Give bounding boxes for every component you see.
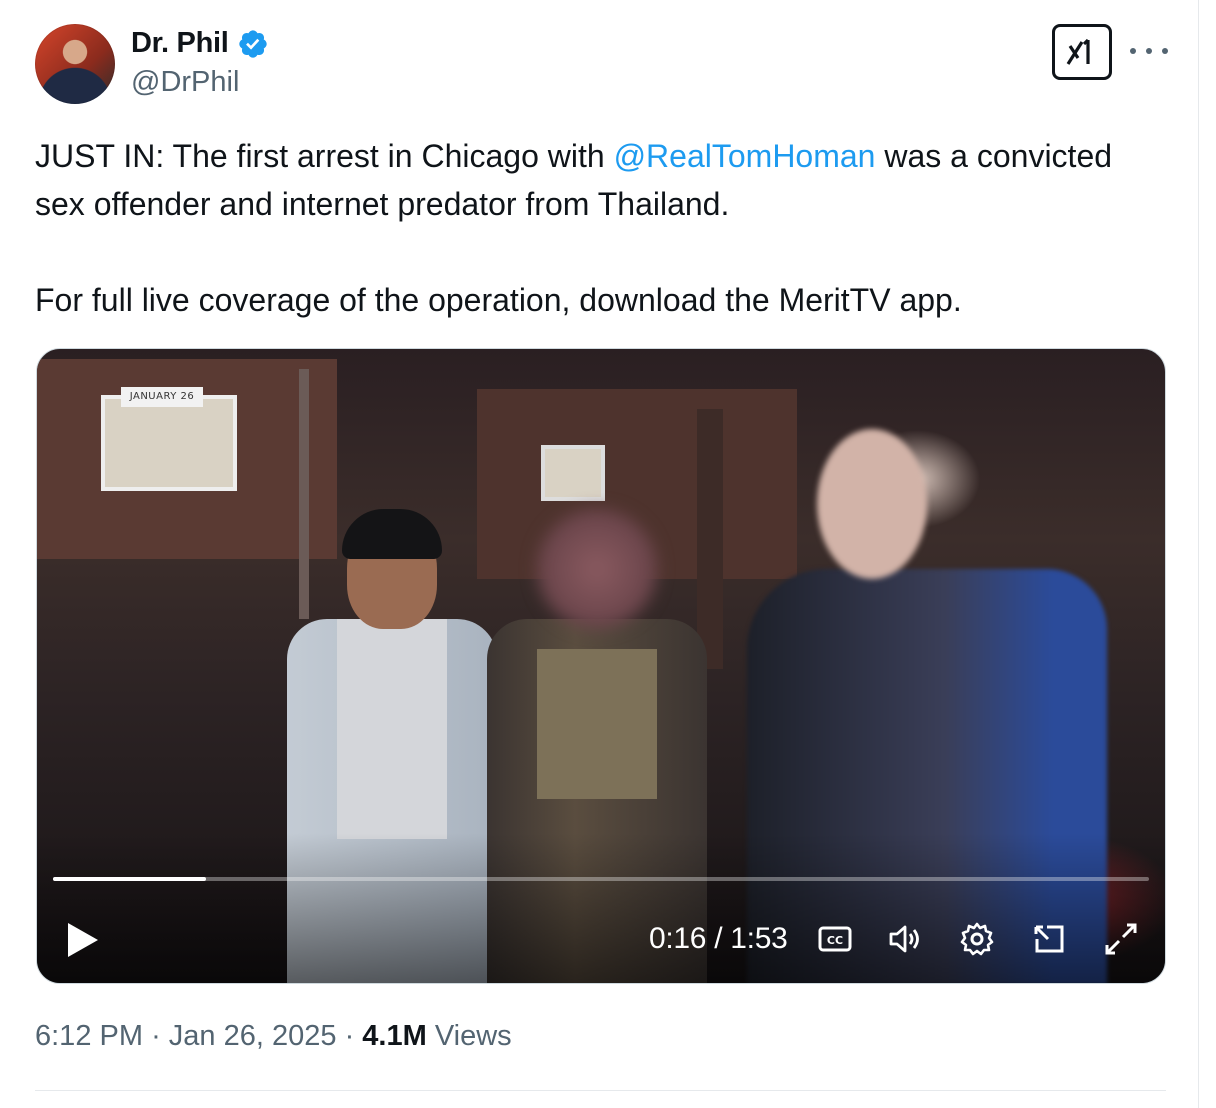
tweet-paragraph-2: For full live coverage of the operation,…: [35, 282, 962, 318]
video-player[interactable]: JANUARY 26 0:16 / 1:53 CC: [36, 348, 1166, 984]
mention-link[interactable]: @RealTomHoman: [614, 138, 876, 174]
video-scene-window: [541, 445, 605, 501]
tweet-time[interactable]: 6:12 PM: [35, 1020, 143, 1052]
video-time: 0:16 / 1:53: [649, 922, 788, 955]
author-name-row: Dr. Phil: [131, 27, 269, 60]
fullscreen-icon[interactable]: [1101, 919, 1141, 959]
tweet-paragraph-1: JUST IN: The first arrest in Chicago wit…: [35, 132, 1155, 228]
meta-separator: ·: [151, 1020, 161, 1052]
video-date-overlay: JANUARY 26: [121, 387, 203, 407]
video-controls: 0:16 / 1:53 CC: [37, 909, 1165, 969]
verified-badge-icon: [238, 29, 267, 58]
more-icon: [1130, 48, 1136, 54]
more-icon-dot: [1146, 48, 1152, 54]
captions-icon[interactable]: CC: [815, 919, 855, 959]
grok-button[interactable]: [1052, 24, 1112, 80]
views-label: Views: [434, 1020, 512, 1052]
volume-icon[interactable]: [885, 919, 925, 959]
settings-icon[interactable]: [957, 919, 997, 959]
meta-separator: ·: [344, 1020, 355, 1052]
tweet-date[interactable]: Jan 26, 2025: [169, 1020, 337, 1052]
video-progress-bar[interactable]: [53, 877, 1149, 881]
tweet-text: JUST IN: The first arrest in Chicago wit…: [35, 132, 1155, 324]
tweet-meta: 6:12 PM · Jan 26, 2025 · 4.1M Views: [35, 1020, 512, 1053]
svg-text:CC: CC: [827, 934, 843, 947]
tweet-text-prefix: JUST IN: The first arrest in Chicago wit…: [35, 138, 614, 174]
play-icon[interactable]: [65, 921, 101, 959]
pip-icon[interactable]: [1029, 919, 1069, 959]
more-options-button[interactable]: [1130, 36, 1168, 66]
divider: [35, 1090, 1166, 1091]
grok-icon: [1066, 38, 1090, 65]
avatar[interactable]: [35, 24, 115, 104]
views-count[interactable]: 4.1M: [362, 1020, 426, 1052]
video-scene-window: [101, 395, 237, 491]
author-handle[interactable]: @DrPhil: [131, 66, 239, 99]
video-progress-fill: [53, 877, 207, 881]
author-name[interactable]: Dr. Phil: [131, 27, 229, 60]
tweet-card: Dr. Phil @DrPhil JUST IN: The first arre…: [0, 0, 1199, 1108]
more-icon-dot: [1162, 48, 1168, 54]
